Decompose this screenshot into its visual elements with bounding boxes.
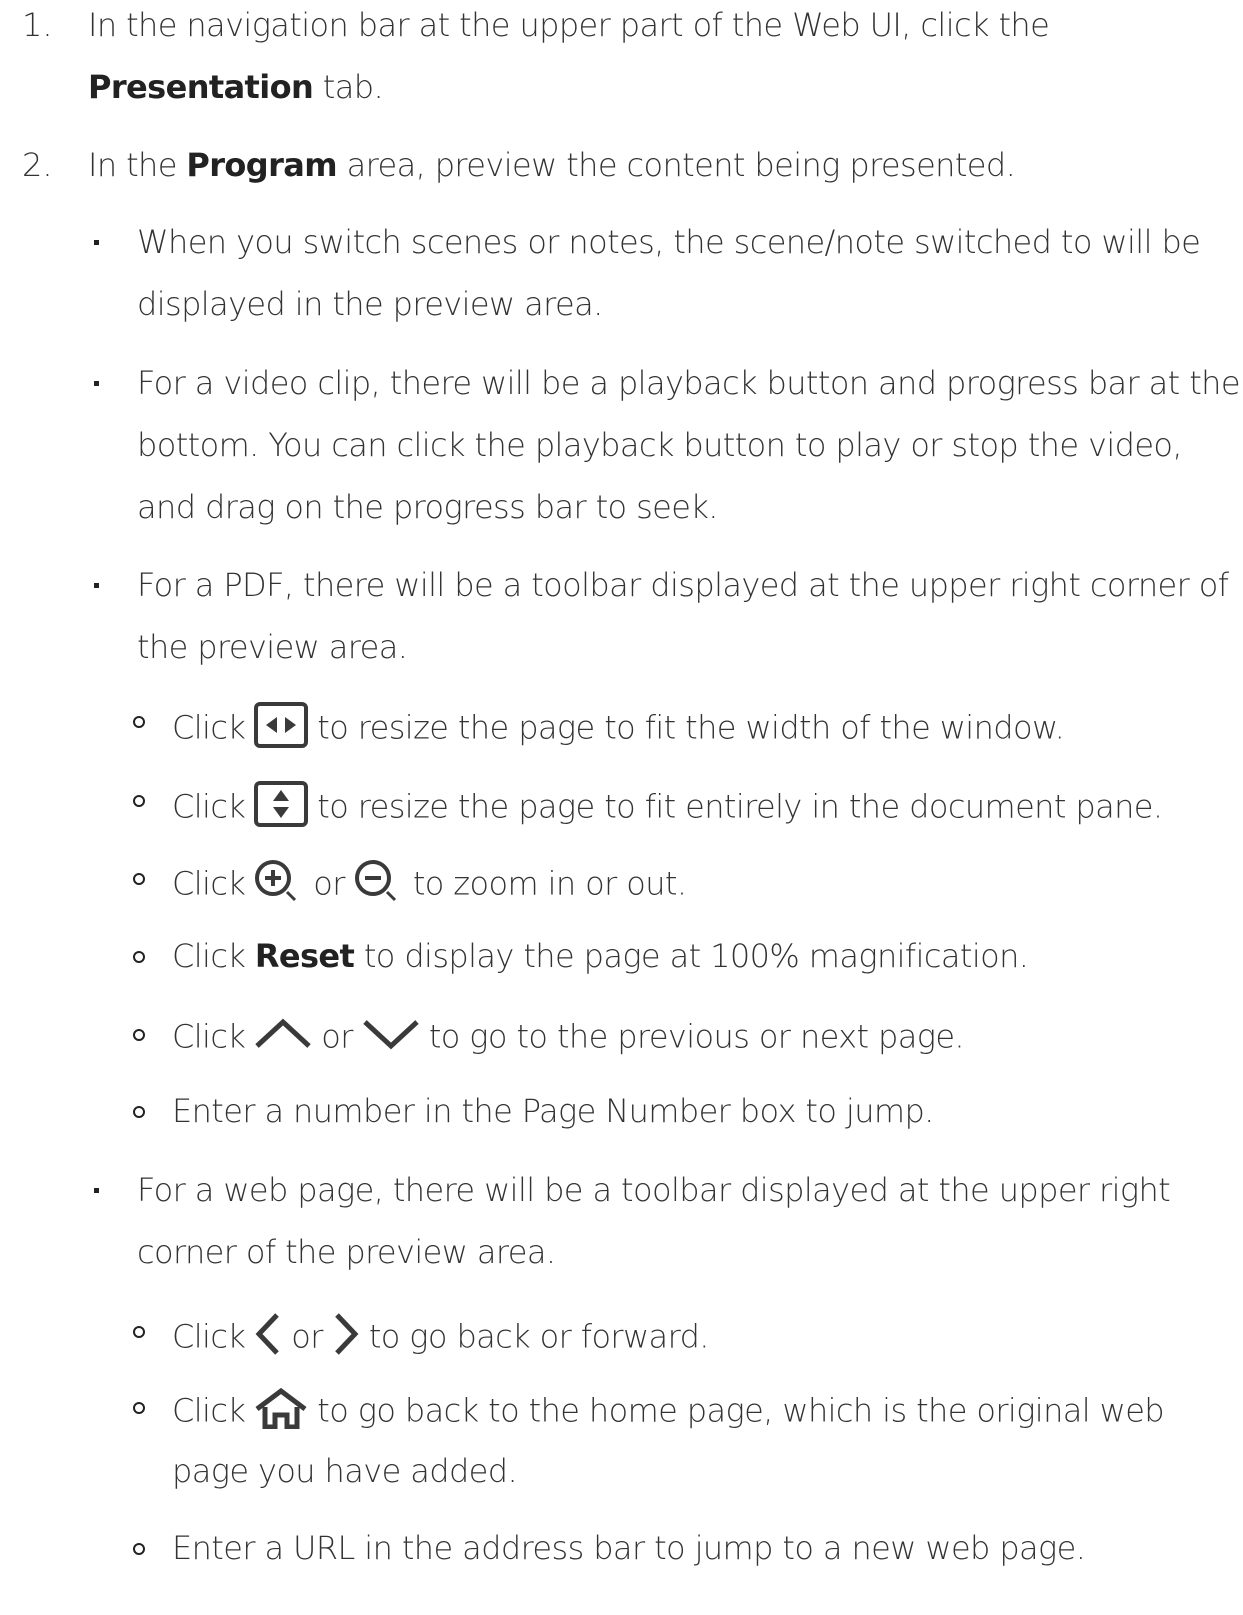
sub-bullet-marker [133,1543,145,1555]
sub-bullet-text: Enter a number in the Page Number box to… [172,1092,934,1130]
fit-page-icon [253,780,309,837]
sub-bullet-text: Click to go back to the home page, which … [172,1387,1165,1430]
step-text: In the navigation bar at the upper part … [88,6,1050,44]
bullet-marker [94,381,99,386]
bullet-text: corner of the preview area. [137,1233,556,1271]
bullet-text: When you switch scenes or notes, the sce… [137,223,1201,261]
chevron-up-icon [253,1014,313,1063]
bullet-text: displayed in the preview area. [137,285,603,323]
sub-bullet-text: Click to resize the page to fit the width… [172,701,1065,748]
sub-bullet-text: Click Reset to display the page at 100% … [172,937,1029,975]
step-text: Presentation tab. [88,68,384,106]
sub-bullet-text: Click or to go to the previous or next pag… [172,1014,965,1056]
step-number: 1. [22,6,53,44]
sub-bullet-text: Enter a URL in the address bar to jump t… [172,1529,1086,1567]
chevron-right-icon [331,1311,361,1366]
bullet-text: bottom. You can click the playback butto… [137,426,1183,464]
sub-bullet-marker [133,1029,145,1041]
sub-bullet-marker [133,795,145,807]
step-text: In the Program area, preview the content… [88,146,1016,184]
bullet-text: For a PDF, there will be a toolbar displ… [137,566,1229,604]
sub-bullet-marker [133,951,145,963]
bullet-marker [94,583,99,588]
fit-width-icon [253,701,309,758]
sub-bullet-text: Click or to zoom in or out. [172,858,687,903]
chevron-left-icon [253,1311,283,1366]
sub-bullet-text: Click to resize the page to fit entirely … [172,780,1163,827]
bullet-text: and drag on the progress bar to seek. [137,488,718,526]
sub-bullet-marker [133,1326,145,1338]
home-icon [253,1387,309,1438]
ui-label-presentation: Presentation [88,68,314,106]
ui-label-reset: Reset [254,937,355,975]
sub-bullet-marker [133,1106,145,1118]
bullet-marker [94,1188,99,1193]
sub-bullet-text: Click or to go back or forward. [172,1311,709,1356]
zoom-in-icon [253,858,305,913]
ui-label-program: Program [186,146,338,184]
step-number: 2. [22,146,53,184]
bullet-text: For a video clip, there will be a playba… [137,364,1241,402]
chevron-down-icon [361,1014,421,1063]
sub-bullet-marker [133,716,145,728]
bullet-text: For a web page, there will be a toolbar … [137,1171,1171,1209]
bullet-text: the preview area. [137,628,408,666]
sub-bullet-marker [133,873,145,885]
sub-bullet-marker [133,1402,145,1414]
zoom-out-icon [353,858,405,913]
sub-bullet-text: page you have added. [172,1452,518,1490]
document: 1. In the navigation bar at the upper pa… [0,0,1243,1615]
bullet-marker [94,240,99,245]
